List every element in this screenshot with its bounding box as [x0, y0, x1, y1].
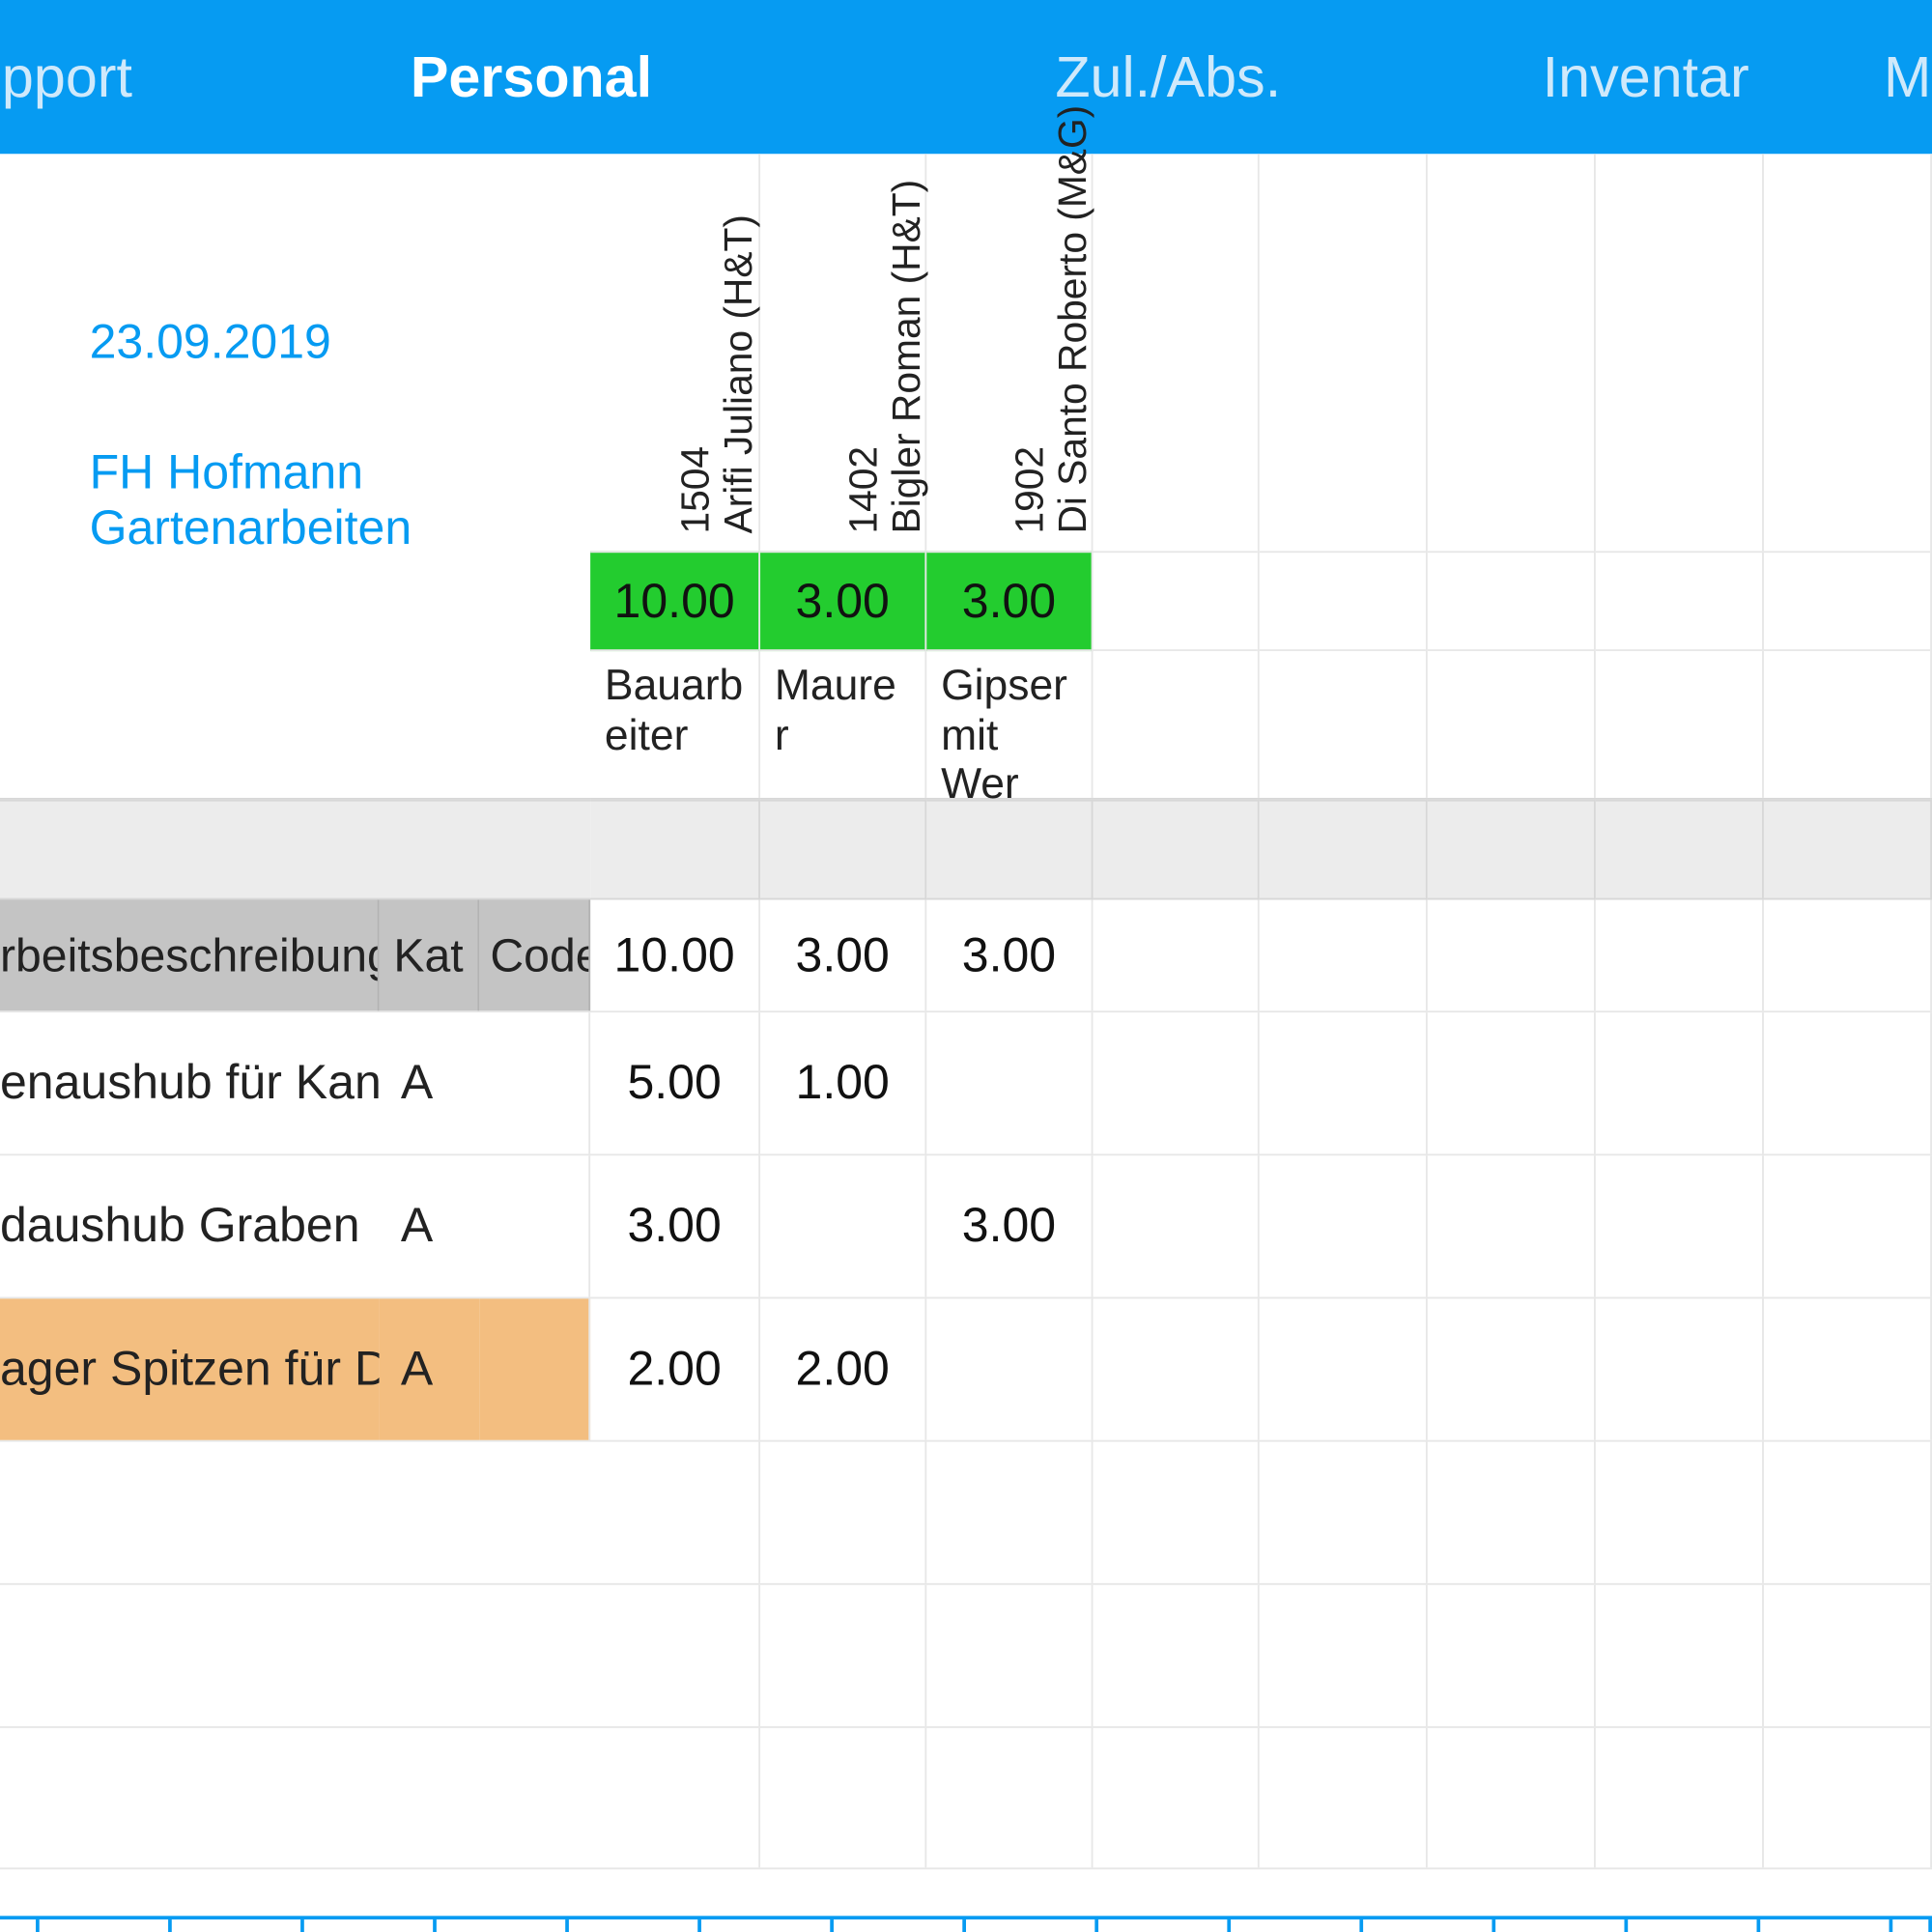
number-cell[interactable]: 18: [1892, 1919, 1932, 1932]
tab-zul-abs[interactable]: Zul./Abs.: [928, 43, 1407, 110]
number-cell[interactable]: 3: [0, 1919, 40, 1932]
employee-header[interactable]: 1504Arifi Juliano (H&T): [590, 154, 758, 551]
column-total: 10.00: [590, 899, 760, 1010]
employee-header[interactable]: 1402Bigler Roman (H&T): [760, 154, 924, 551]
header-code: Code: [479, 899, 590, 1010]
employee-name: Arifi Juliano (H&T): [718, 213, 761, 533]
header-description: rbeitsbeschreibung: [0, 899, 380, 1010]
column-total: 3.00: [926, 899, 1093, 1010]
number-cell[interactable]: 15: [1495, 1919, 1628, 1932]
employee-id: 1902: [1009, 104, 1052, 533]
number-cell[interactable]: 5: [172, 1919, 304, 1932]
hours-cell[interactable]: 2.00: [760, 1298, 926, 1439]
row-kat: A: [380, 1298, 480, 1439]
number-cell[interactable]: 14: [1363, 1919, 1495, 1932]
table-row[interactable]: enaushub für Kana... A 5.00 1.00: [0, 1010, 1932, 1153]
column-total: 3.00: [760, 899, 926, 1010]
employee-header[interactable]: 1902Di Santo Roberto (M&G): [926, 154, 1091, 551]
tab-personal[interactable]: Personal: [134, 43, 928, 110]
employee-id: 1402: [842, 179, 886, 533]
number-cell[interactable]: 6: [304, 1919, 437, 1932]
employee-hours[interactable]: 10.00: [590, 551, 758, 651]
row-code: [479, 1012, 590, 1153]
table-row[interactable]: ager Spitzen für D A 2.00 2.00: [0, 1297, 1932, 1440]
tab-inventar[interactable]: Inventar: [1407, 43, 1884, 110]
employee-role: Bauarbeiter: [590, 651, 758, 798]
hours-cell[interactable]: [760, 1155, 926, 1296]
report-date[interactable]: 23.09.2019: [90, 315, 591, 370]
row-code: [479, 1298, 590, 1439]
row-description: enaushub für Kana...: [0, 1012, 380, 1153]
row-description: daushub Graben: [0, 1155, 380, 1296]
number-cell[interactable]: 9: [701, 1919, 834, 1932]
employee-hours[interactable]: 3.00: [926, 551, 1091, 651]
hours-cell[interactable]: 3.00: [590, 1155, 760, 1296]
number-cell[interactable]: 7: [437, 1919, 569, 1932]
number-cell[interactable]: 8: [569, 1919, 701, 1932]
employee-name: Di Santo Roberto (M&G): [1052, 104, 1095, 533]
employee-role: Gipser mit Wer: [926, 651, 1091, 798]
employee-name: Bigler Roman (H&T): [886, 179, 929, 533]
hours-cell[interactable]: [926, 1298, 1093, 1439]
employee-role: Maurer: [760, 651, 924, 798]
hours-cell[interactable]: 1.00: [760, 1012, 926, 1153]
number-cell[interactable]: 12: [1098, 1919, 1231, 1932]
top-tab-bar: pport Personal Zul./Abs. Inventar Mat./F: [0, 0, 1932, 154]
tab-material[interactable]: Mat./F: [1884, 43, 1932, 110]
hours-cell[interactable]: 2.00: [590, 1298, 760, 1439]
row-code: [479, 1155, 590, 1296]
header-kat: Kat: [380, 899, 480, 1010]
row-description: ager Spitzen für D: [0, 1298, 380, 1439]
employee-hours[interactable]: 3.00: [760, 551, 924, 651]
number-cell[interactable]: 13: [1231, 1919, 1363, 1932]
project-info: 23.09.2019 FH Hofmann Gartenarbeiten: [0, 154, 590, 798]
number-cell[interactable]: 17: [1760, 1919, 1892, 1932]
number-cell[interactable]: 11: [966, 1919, 1098, 1932]
project-name[interactable]: FH Hofmann Gartenarbeiten: [90, 445, 591, 556]
hours-cell[interactable]: 3.00: [926, 1155, 1093, 1296]
row-kat: A: [380, 1012, 480, 1153]
column-header-row: rbeitsbeschreibung Kat Code 10.00 3.00 3…: [0, 899, 1932, 1010]
number-cell[interactable]: 10: [834, 1919, 966, 1932]
hours-cell[interactable]: [926, 1012, 1093, 1153]
employee-columns: 1504Arifi Juliano (H&T) 10.00 Bauarbeite…: [590, 154, 1932, 798]
hours-cell[interactable]: 5.00: [590, 1012, 760, 1153]
number-cell[interactable]: 16: [1628, 1919, 1760, 1932]
table-row[interactable]: daushub Graben A 3.00 3.00: [0, 1153, 1932, 1296]
employee-id: 1504: [674, 213, 718, 533]
bottom-number-strip: 3 4 5 6 7 8 9 10 11 12 13 14 15 16 17 18: [0, 1916, 1932, 1932]
number-cell[interactable]: 4: [40, 1919, 172, 1932]
tab-report[interactable]: pport: [0, 43, 134, 110]
row-kat: A: [380, 1155, 480, 1296]
